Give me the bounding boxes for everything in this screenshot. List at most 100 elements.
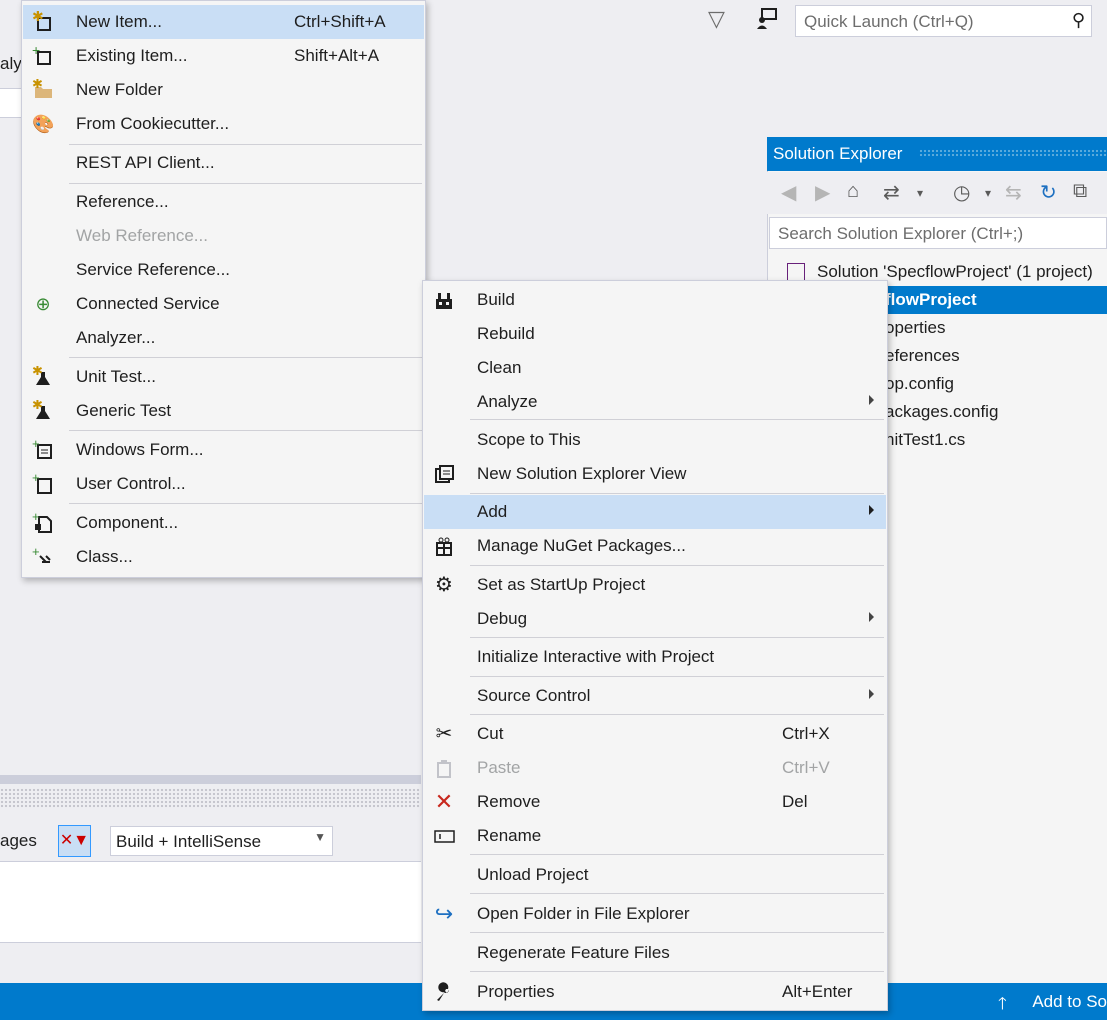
menu-item-label: Remove: [477, 792, 541, 811]
svg-text:+: +: [32, 439, 40, 451]
menu-item-open-folder[interactable]: ↪ Open Folder in File Explorer: [424, 897, 886, 931]
svg-text:+: +: [32, 546, 40, 559]
menu-item-set-startup-project[interactable]: ⚙ Set as StartUp Project: [424, 568, 886, 602]
submenu-arrow-icon: [869, 689, 874, 699]
quick-launch-box[interactable]: ⚲: [795, 5, 1092, 37]
menu-item-label: Existing Item...: [76, 46, 188, 65]
paste-icon: [433, 757, 455, 779]
chevron-down-icon: ▼: [314, 830, 326, 844]
menu-separator: [470, 676, 884, 677]
menu-item-source-control[interactable]: Source Control: [424, 679, 886, 713]
menu-item-label: Manage NuGet Packages...: [477, 536, 686, 555]
gear-icon: ⚙: [435, 574, 453, 596]
menu-item-shortcut: Ctrl+Shift+A: [294, 12, 386, 31]
solution-icon: [787, 263, 805, 281]
menu-item-properties[interactable]: Properties Alt+Enter: [424, 975, 886, 1009]
menu-item-analyze[interactable]: Analyze: [424, 385, 886, 419]
panel-splitter[interactable]: [0, 775, 421, 784]
menu-item-initialize-interactive[interactable]: Initialize Interactive with Project: [424, 640, 886, 674]
quick-launch-input[interactable]: [802, 10, 1061, 34]
menu-separator: [470, 637, 884, 638]
menu-item-clean[interactable]: Clean: [424, 351, 886, 385]
home-icon[interactable]: ⌂: [847, 180, 859, 203]
menu-separator: [470, 854, 884, 855]
user-control-icon: +: [32, 470, 54, 495]
filter-icon[interactable]: ▽: [708, 6, 725, 32]
menu-item-new-folder[interactable]: ✱ New Folder: [23, 73, 424, 107]
menu-item-regenerate-feature-files[interactable]: Regenerate Feature Files: [424, 936, 886, 970]
chevron-down-icon[interactable]: ▾: [985, 186, 991, 200]
add-to-source-control[interactable]: Add to So: [1032, 992, 1107, 1012]
menu-item-new-item[interactable]: ✱ New Item... Ctrl+Shift+A: [23, 5, 424, 39]
menu-item-rest-api-client[interactable]: REST API Client...: [23, 146, 424, 180]
error-list-content: [0, 861, 421, 943]
forward-icon[interactable]: ▶: [815, 180, 830, 205]
menu-item-class[interactable]: + Class...: [23, 540, 424, 574]
partial-label: ages: [0, 831, 37, 850]
menu-item-remove[interactable]: ✕ Remove Del: [424, 785, 886, 819]
menu-item-shortcut: Ctrl+V: [782, 758, 830, 777]
solution-explorer-search[interactable]: [769, 217, 1107, 249]
menu-item-from-cookiecutter[interactable]: 🎨 From Cookiecutter...: [23, 107, 424, 141]
solution-explorer-toolbar: ◀ ▶ ⌂ ⇄ ▾ ◷ ▾ ⇆ ↻ ⧉: [767, 172, 1107, 214]
partial-menu-text: aly: [0, 54, 22, 73]
filter-toggle-icon[interactable]: ✕▼: [58, 825, 91, 857]
menu-item-generic-test[interactable]: ✱ Generic Test: [23, 394, 424, 428]
menu-item-scope-to-this[interactable]: Scope to This: [424, 423, 886, 457]
menu-separator: [470, 971, 884, 972]
svg-text:+: +: [32, 45, 40, 58]
wrench-icon: [433, 981, 455, 1003]
chevron-down-icon[interactable]: ▾: [917, 186, 923, 200]
menu-item-label: New Solution Explorer View: [477, 464, 687, 483]
menu-item-build[interactable]: Build: [424, 283, 886, 317]
menu-item-rebuild[interactable]: Rebuild: [424, 317, 886, 351]
svg-text:+: +: [32, 512, 40, 524]
refresh-icon[interactable]: ↻: [1040, 180, 1057, 205]
build-filter-dropdown[interactable]: Build + IntelliSense ▼: [110, 826, 333, 856]
cookiecutter-icon: 🎨: [32, 114, 55, 134]
menu-item-user-control[interactable]: + User Control...: [23, 467, 424, 501]
menu-separator: [69, 144, 422, 145]
menu-item-reference[interactable]: Reference...: [23, 185, 424, 219]
menu-item-service-reference[interactable]: Service Reference...: [23, 253, 424, 287]
menu-item-shortcut: Shift+Alt+A: [294, 46, 380, 65]
menu-item-existing-item[interactable]: + Existing Item... Shift+Alt+A: [23, 39, 424, 73]
tree-item-label: nitTest1.cs: [885, 430, 966, 449]
menu-item-windows-form[interactable]: + Windows Form...: [23, 433, 424, 467]
menu-item-unload-project[interactable]: Unload Project: [424, 858, 886, 892]
collapse-all-icon[interactable]: ⧉: [1073, 180, 1087, 203]
menu-separator: [470, 714, 884, 715]
menu-item-label: Build: [477, 290, 515, 309]
menu-separator: [470, 932, 884, 933]
menu-item-manage-nuget[interactable]: Manage NuGet Packages...: [424, 529, 886, 563]
menu-item-component[interactable]: + Component...: [23, 506, 424, 540]
sync-icon[interactable]: ⇆: [1005, 180, 1022, 205]
menu-item-label: Rename: [477, 826, 542, 845]
search-icon[interactable]: ⚲: [1072, 10, 1085, 31]
menu-item-rename[interactable]: Rename: [424, 819, 886, 853]
scissors-icon: ✂: [435, 723, 453, 745]
menu-item-label: Windows Form...: [76, 440, 204, 459]
menu-item-label: Generic Test: [76, 401, 172, 420]
menu-item-connected-service[interactable]: ⊕ Connected Service: [23, 287, 424, 321]
sync-view-icon[interactable]: ⇄: [883, 180, 900, 205]
pending-changes-icon[interactable]: ◷: [953, 180, 970, 205]
menu-item-analyzer[interactable]: Analyzer...: [23, 321, 424, 355]
solution-explorer-search-input[interactable]: [776, 222, 1100, 246]
menu-item-label: Web Reference...: [76, 226, 208, 245]
solution-explorer-title-bar[interactable]: Solution Explorer: [767, 137, 1107, 171]
menu-item-new-solution-explorer-view[interactable]: New Solution Explorer View: [424, 457, 886, 491]
partial-dropdown[interactable]: [0, 88, 22, 118]
menu-item-add[interactable]: Add: [424, 495, 886, 529]
panel-grip: [0, 788, 421, 808]
svg-text:✱: ✱: [32, 400, 43, 412]
menu-item-label: Component...: [76, 513, 179, 532]
windows-form-icon: +: [32, 436, 54, 461]
feedback-icon[interactable]: [756, 8, 778, 30]
menu-item-unit-test[interactable]: ✱ Unit Test...: [23, 360, 424, 394]
menu-item-cut[interactable]: ✂ Cut Ctrl+X: [424, 717, 886, 751]
back-icon[interactable]: ◀: [781, 180, 796, 205]
menu-item-paste: Paste Ctrl+V: [424, 751, 886, 785]
menu-item-debug[interactable]: Debug: [424, 602, 886, 636]
menu-item-shortcut: Ctrl+X: [782, 724, 830, 743]
